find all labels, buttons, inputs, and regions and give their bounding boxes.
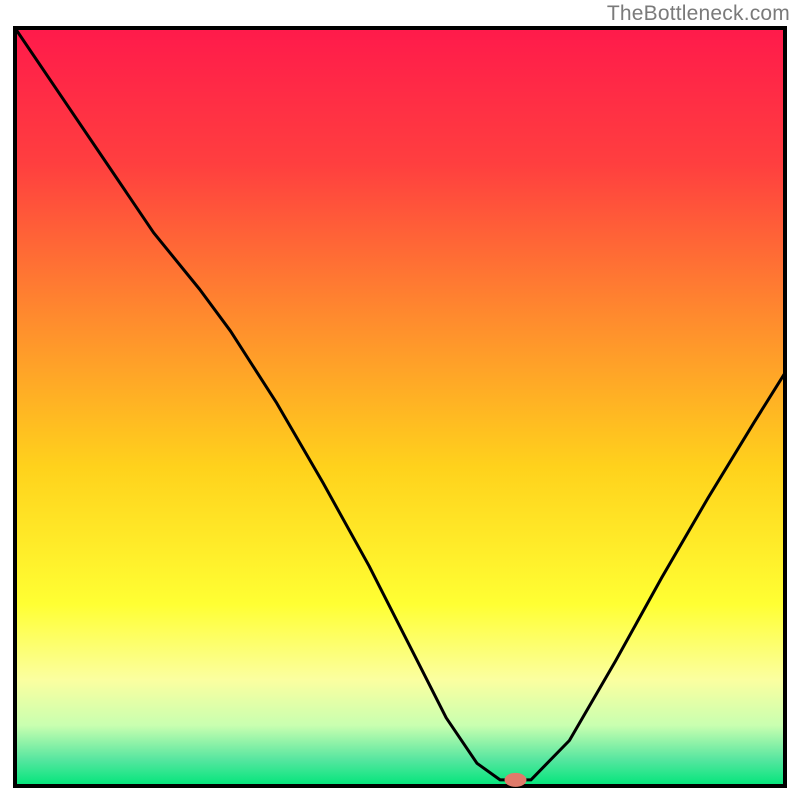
plot-background xyxy=(15,28,785,786)
optimal-marker xyxy=(505,773,527,787)
bottleneck-chart xyxy=(0,0,800,800)
watermark-text: TheBottleneck.com xyxy=(607,2,790,26)
chart-container: TheBottleneck.com xyxy=(0,0,800,800)
